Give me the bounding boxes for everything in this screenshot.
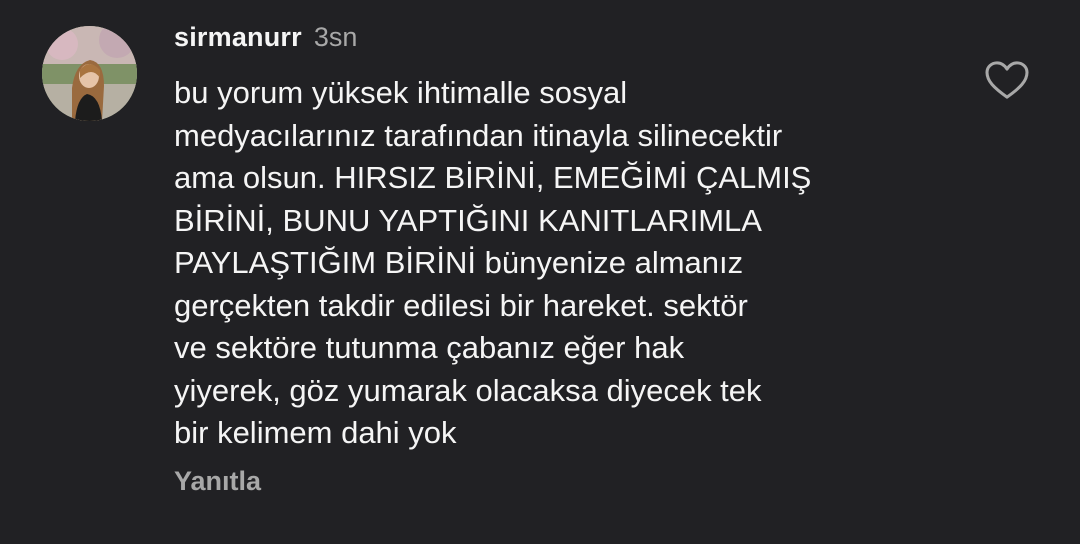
comment-header: sirmanurr 3sn bbox=[174, 22, 357, 56]
comment-line: bir kelimem dahi yok bbox=[174, 415, 457, 450]
comment-line: bu yorum yüksek ihtimalle sosyal bbox=[174, 75, 628, 110]
comment-line: PAYLAŞTIĞIM BİRİNİ bünyenize almanız bbox=[174, 245, 744, 280]
heart-outline-icon bbox=[985, 61, 1029, 99]
comment-line: medyacılarınız tarafından itinayla silin… bbox=[174, 117, 783, 153]
avatar[interactable] bbox=[42, 26, 137, 121]
comment-text: bu yorum yüksek ihtimalle sosyal medyacı… bbox=[174, 72, 934, 455]
comment-line: BİRİNİ, BUNU YAPTIĞINI KANITLARIMLA bbox=[174, 202, 762, 238]
comment-line: yiyerek, göz yumarak olacaksa diyecek te… bbox=[174, 372, 762, 408]
like-button[interactable] bbox=[984, 60, 1030, 100]
timestamp: 3sn bbox=[313, 22, 358, 52]
comment-line: ama olsun. HIRSIZ BİRİNİ, EMEĞİMİ ÇALMIŞ bbox=[174, 160, 812, 195]
username[interactable]: sirmanurr bbox=[174, 22, 302, 53]
profile-photo-icon bbox=[42, 26, 137, 121]
reply-button[interactable]: Yanıtla bbox=[174, 466, 261, 497]
comment-line: ve sektöre tutunma çabanız eğer hak bbox=[174, 330, 685, 365]
comment: sirmanurr 3sn bu yorum yüksek ihtimalle … bbox=[0, 0, 1080, 544]
comment-line: gerçekten takdir edilesi bir hareket. se… bbox=[174, 287, 748, 323]
